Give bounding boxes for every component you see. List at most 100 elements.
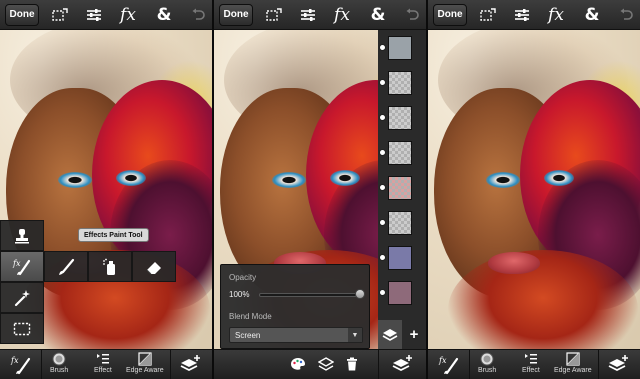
layer-thumbnail[interactable] (388, 36, 412, 60)
edge-aware-icon (566, 352, 580, 366)
layer-visibility-dot[interactable] (379, 114, 386, 121)
layers-icon (382, 328, 398, 341)
toolbar-divider (469, 350, 470, 379)
artwork-lips (488, 252, 540, 274)
blend-mode-value: Screen (235, 330, 261, 340)
selection-icon[interactable] (264, 5, 284, 25)
magic-wand-tool[interactable] (0, 282, 44, 313)
brush-label: Brush (478, 367, 497, 374)
undo-icon[interactable] (188, 5, 208, 25)
layer-thumbnail[interactable] (388, 71, 412, 95)
merge-layers-button[interactable] (318, 357, 334, 379)
artwork-canvas[interactable] (428, 30, 640, 349)
fx-icon[interactable]: fx (118, 5, 138, 25)
tool-tooltip: Effects Paint Tool (78, 228, 149, 242)
fx-brush-toggle[interactable]: fx (10, 355, 32, 379)
effect-label: Effect (94, 367, 112, 374)
artwork-right-eye (330, 170, 360, 186)
opacity-slider-track[interactable] (259, 293, 363, 297)
effect-settings-button[interactable]: Effect (522, 352, 540, 379)
panel-effects-paint: Done fx & fx Effects Paint Tool fx Brush… (0, 0, 212, 379)
delete-layer-button[interactable] (346, 357, 358, 379)
ampersand-icon[interactable]: & (154, 5, 174, 25)
toolbar-divider (41, 350, 42, 379)
layer-thumbnail[interactable] (388, 281, 412, 305)
stamp-tool[interactable] (0, 220, 44, 251)
top-toolbar: Done fx & (214, 0, 426, 30)
top-toolbar: Done fx & (428, 0, 640, 30)
panel-final-result: Done fx & fx Brush Effect Edge Aware (428, 0, 640, 379)
svg-text:fx: fx (12, 259, 21, 268)
layer-thumbnail[interactable] (388, 141, 412, 165)
layers-toggle-button[interactable] (378, 320, 402, 349)
opacity-slider-thumb[interactable] (355, 289, 365, 299)
fx-brush-toggle[interactable]: fx (438, 355, 460, 379)
layer-visibility-dot[interactable] (379, 184, 386, 191)
panel-layers: Done fx & Opacity 100% Blend Mode Screen… (214, 0, 426, 379)
toolbar-divider (378, 350, 379, 379)
brush-tool[interactable] (44, 251, 88, 282)
eraser-tool[interactable] (132, 251, 176, 282)
fx-icon[interactable]: fx (546, 5, 566, 25)
layer-properties-popover: Opacity 100% Blend Mode Screen ▼ (220, 264, 370, 349)
layer-visibility-dot[interactable] (379, 44, 386, 51)
blend-mode-select[interactable]: Screen ▼ (229, 327, 363, 343)
spray-tool[interactable] (88, 251, 132, 282)
opacity-value: 100% (229, 290, 250, 299)
effect-list-icon (524, 354, 537, 364)
fx-icon[interactable]: fx (332, 5, 352, 25)
fx-brush-icon: fx (10, 356, 31, 375)
adjustments-icon[interactable] (512, 5, 532, 25)
ampersand-icon[interactable]: & (582, 5, 602, 25)
edge-aware-button[interactable]: Edge Aware (126, 352, 164, 379)
layer-visibility-dot[interactable] (379, 254, 386, 261)
merge-layers-icon (318, 357, 334, 371)
edge-aware-icon (138, 352, 152, 366)
layer-thumbnail[interactable] (388, 106, 412, 130)
artwork-left-eye (58, 172, 92, 188)
artwork-right-eye (544, 170, 574, 186)
bottom-toolbar: fx Brush Effect Edge Aware (428, 349, 640, 379)
layer-effects-button[interactable] (290, 357, 306, 379)
effects-paint-tool[interactable]: fx (0, 251, 44, 282)
svg-text:fx: fx (438, 356, 447, 365)
undo-icon[interactable] (616, 5, 636, 25)
ampersand-icon[interactable]: & (368, 5, 388, 25)
brush-icon (59, 258, 75, 275)
layers-button[interactable] (180, 354, 202, 379)
done-button[interactable]: Done (433, 3, 467, 26)
layer-visibility-dot[interactable] (379, 289, 386, 296)
bottom-toolbar: fx Brush Effect Edge Aware (0, 349, 212, 379)
artwork-left-eye (486, 172, 520, 188)
layer-visibility-dot[interactable] (379, 149, 386, 156)
layer-thumbnail[interactable] (388, 211, 412, 235)
done-button[interactable]: Done (5, 3, 39, 26)
brush-settings-button[interactable]: Brush (478, 352, 496, 379)
add-layer-button[interactable]: + (402, 320, 426, 349)
undo-icon[interactable] (402, 5, 422, 25)
edge-aware-button[interactable]: Edge Aware (554, 352, 592, 379)
layers-button[interactable] (608, 354, 630, 379)
fx-brush-icon: fx (12, 259, 31, 275)
effect-settings-button[interactable]: Effect (94, 352, 112, 379)
layer-visibility-dot[interactable] (379, 219, 386, 226)
fx-brush-icon: fx (438, 356, 459, 375)
marquee-tool[interactable] (0, 313, 44, 344)
selection-icon[interactable] (478, 5, 498, 25)
opacity-label: Opacity (229, 273, 257, 282)
brush-settings-button[interactable]: Brush (50, 352, 68, 379)
layers-add-icon (392, 355, 412, 372)
layer-visibility-dot[interactable] (379, 79, 386, 86)
layer-thumbnail[interactable] (388, 176, 412, 200)
brush-size-icon (480, 352, 494, 366)
selection-icon[interactable] (50, 5, 70, 25)
done-button[interactable]: Done (219, 3, 253, 26)
layer-thumbnail[interactable] (388, 246, 412, 270)
adjustments-icon[interactable] (298, 5, 318, 25)
layers-button[interactable] (392, 354, 414, 379)
adjustments-icon[interactable] (84, 5, 104, 25)
effect-list-icon (96, 354, 109, 364)
edge-aware-label: Edge Aware (126, 367, 164, 374)
toolbar-divider (170, 350, 171, 379)
marquee-icon (13, 322, 31, 335)
